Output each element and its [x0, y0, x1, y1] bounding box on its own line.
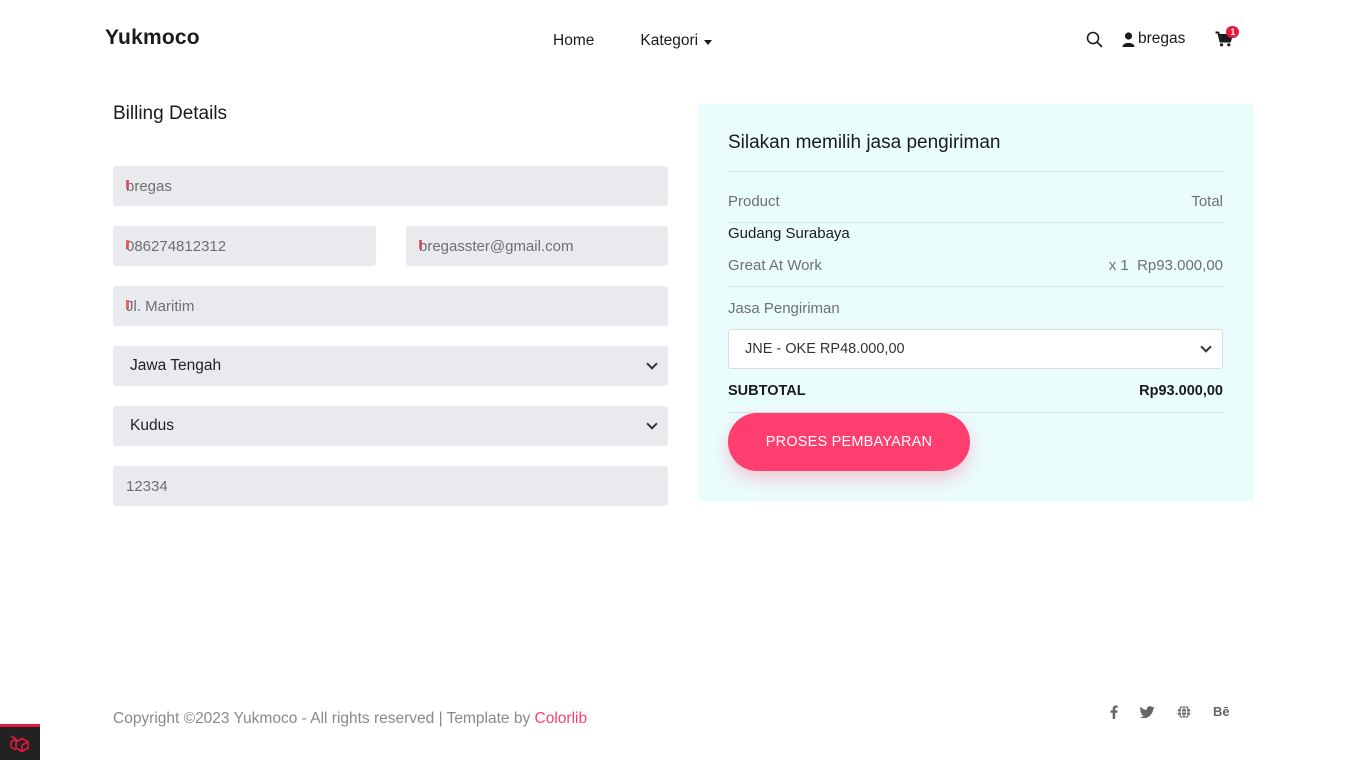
phone-field[interactable]: 086274812312: [113, 226, 376, 266]
postal-code-value: 12334: [126, 477, 168, 495]
warehouse-name: Gudang Surabaya: [728, 225, 850, 242]
divider: [728, 171, 1223, 172]
subtotal-label: SUBTOTAL: [728, 383, 806, 399]
twitter-icon[interactable]: [1140, 705, 1155, 718]
postal-code-field[interactable]: 12334: [113, 466, 668, 506]
order-summary-panel: Silakan memilih jasa pengiriman Product …: [698, 104, 1253, 501]
nav-home-label: Home: [553, 32, 595, 49]
site-header: Yukmoco Home Kategori bregas 1: [0, 0, 1366, 80]
province-value: Jawa Tengah: [130, 357, 222, 374]
phone-value: 086274812312: [126, 237, 227, 255]
cart-count-badge: 1: [1226, 26, 1240, 38]
province-select[interactable]: Jawa Tengah: [113, 346, 668, 386]
item-name: Great At Work: [728, 257, 822, 274]
user-icon: [1122, 31, 1135, 47]
search-icon[interactable]: [1086, 31, 1103, 48]
social-links: Bē: [1110, 704, 1230, 719]
warehouse-row: Gudang Surabaya: [728, 225, 1223, 242]
order-item-row: Great At Work x 1 Rp93.000,00: [728, 257, 1223, 274]
subtotal-row: SUBTOTAL Rp93.000,00: [728, 383, 1223, 399]
email-value: bregasster@gmail.com: [419, 237, 574, 255]
item-price: Rp93.000,00: [1137, 257, 1223, 274]
brand-logo[interactable]: Yukmoco: [105, 26, 200, 50]
process-payment-button[interactable]: PROSES PEMBAYARAN: [728, 413, 970, 471]
city-value: Kudus: [130, 417, 174, 434]
required-marker: [126, 179, 129, 189]
required-marker: [126, 239, 129, 249]
header-actions: bregas 1: [1086, 26, 1240, 48]
footer-copyright: Copyright ©2023 Yukmoco - All rights res…: [113, 710, 587, 728]
nav-kategori-label: Kategori: [640, 32, 699, 49]
main-nav: Home Kategori: [553, 32, 713, 50]
order-table-header: Product Total: [728, 193, 1223, 210]
name-field[interactable]: bregas: [113, 166, 668, 206]
col-product: Product: [728, 193, 780, 210]
globe-icon[interactable]: [1177, 704, 1191, 719]
username: bregas: [1138, 30, 1186, 47]
nav-kategori-dropdown[interactable]: Kategori: [640, 32, 713, 50]
address-value: Jl. Maritim: [126, 297, 195, 315]
email-field[interactable]: bregasster@gmail.com: [406, 226, 668, 266]
shipping-heading: Silakan memilih jasa pengiriman: [728, 132, 1001, 153]
chevron-down-icon: [646, 358, 658, 370]
billing-title: Billing Details: [113, 103, 228, 124]
copyright-text: Copyright ©2023 Yukmoco - All rights res…: [113, 710, 535, 727]
colorlib-link[interactable]: Colorlib: [535, 710, 588, 727]
address-field[interactable]: Jl. Maritim: [113, 286, 668, 326]
cart-button[interactable]: 1: [1215, 26, 1240, 47]
caret-down-icon: [704, 39, 713, 45]
user-menu[interactable]: bregas: [1122, 30, 1185, 48]
city-select[interactable]: Kudus: [113, 406, 668, 446]
subtotal-value: Rp93.000,00: [1139, 383, 1223, 399]
shipping-label: Jasa Pengiriman: [728, 300, 840, 317]
required-marker: [419, 239, 422, 249]
col-total: Total: [1191, 193, 1223, 210]
item-qty: x 1: [1108, 257, 1129, 274]
behance-icon[interactable]: Bē: [1213, 704, 1230, 719]
divider: [728, 286, 1223, 287]
nav-home[interactable]: Home: [553, 32, 594, 50]
shipping-select[interactable]: JNE - OKE RP48.000,00: [728, 329, 1223, 369]
laravel-debugbar-icon[interactable]: [0, 724, 40, 760]
required-marker: [126, 299, 129, 309]
name-value: bregas: [126, 177, 172, 195]
shipping-selected-value: JNE - OKE RP48.000,00: [745, 341, 905, 357]
chevron-down-icon: [646, 418, 658, 430]
facebook-icon[interactable]: [1110, 705, 1118, 719]
chevron-down-icon: [1200, 341, 1212, 353]
divider: [728, 222, 1223, 223]
